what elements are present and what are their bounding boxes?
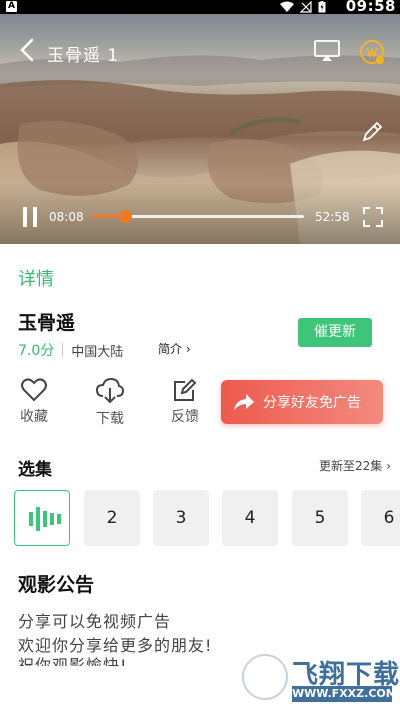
total-time: 52:58 (315, 210, 350, 224)
score: 7.0分 (18, 343, 55, 359)
episodes-update-link[interactable]: 更新至22集 › (319, 457, 391, 474)
meta-divider (62, 343, 64, 357)
pause-icon[interactable] (20, 206, 40, 228)
feedback-label: 反馈 (171, 409, 199, 425)
share-arrow-icon (234, 394, 254, 410)
episode-6[interactable]: 6 (361, 490, 400, 546)
region: 中国大陆 (71, 344, 124, 360)
heart-icon (21, 378, 47, 402)
equalizer-icon (29, 507, 61, 531)
vip-icon[interactable] (359, 39, 385, 65)
favorite-button[interactable]: 收藏 (12, 378, 56, 426)
video-title: 玉骨遥 1 (47, 46, 120, 66)
no-signal-icon (300, 1, 312, 13)
wifi-icon (280, 1, 294, 12)
status-bar: A 09:58 (0, 0, 400, 15)
cloud-download-icon (96, 378, 124, 404)
episodes-heading: 选集 (18, 460, 52, 480)
status-time: 09:58 (345, 0, 396, 15)
progress-thumb[interactable] (118, 210, 132, 223)
notice-line-2: 欢迎你分享给更多的朋友! (18, 636, 213, 655)
watermark-url: WWW.FXXZ.COM (292, 686, 397, 702)
episode-5[interactable]: 5 (292, 490, 348, 546)
episode-list: 2 3 4 5 6 (14, 490, 400, 547)
favorite-label: 收藏 (20, 409, 48, 425)
episode-3[interactable]: 3 (153, 490, 209, 546)
intro-link[interactable]: 简介 › (158, 340, 191, 357)
fullscreen-icon[interactable] (363, 207, 383, 227)
feedback-button[interactable]: 反馈 (163, 378, 207, 426)
episode-4[interactable]: 4 (222, 490, 278, 546)
tab-details[interactable]: 详情 (18, 265, 54, 291)
feedback-edit-icon (174, 378, 197, 401)
back-icon[interactable] (18, 38, 38, 62)
app-notification-icon: A (6, 1, 17, 12)
episode-1-playing[interactable] (14, 490, 70, 546)
current-time: 08:08 (49, 210, 84, 224)
notice-line-1: 分享可以免视频广告 (18, 612, 172, 631)
pen-icon[interactable] (360, 120, 384, 144)
status-icons (280, 1, 326, 13)
battery-charging-icon (318, 1, 326, 13)
show-meta: 7.0分 中国大陆 (18, 340, 123, 360)
download-label: 下载 (96, 411, 124, 427)
share-friends-button[interactable]: 分享好友免广告 (221, 380, 383, 424)
notice-line-3: 祝你观影愉快! (18, 656, 128, 666)
video-player[interactable]: 玉骨遥 1 08:08 52:58 (0, 14, 400, 244)
urge-update-button[interactable]: 催更新 (298, 318, 372, 347)
progress-track[interactable] (92, 210, 304, 223)
share-label: 分享好友免广告 (263, 395, 361, 411)
download-button[interactable]: 下载 (88, 378, 132, 428)
notice-heading: 观影公告 (18, 574, 95, 596)
episode-2[interactable]: 2 (84, 490, 140, 546)
watermark: 飞翔下载 WWW.FXXZ.COM (240, 652, 399, 704)
watermark-logo (242, 654, 288, 700)
show-title: 玉骨遥 (18, 312, 76, 334)
cast-icon[interactable] (314, 40, 340, 62)
